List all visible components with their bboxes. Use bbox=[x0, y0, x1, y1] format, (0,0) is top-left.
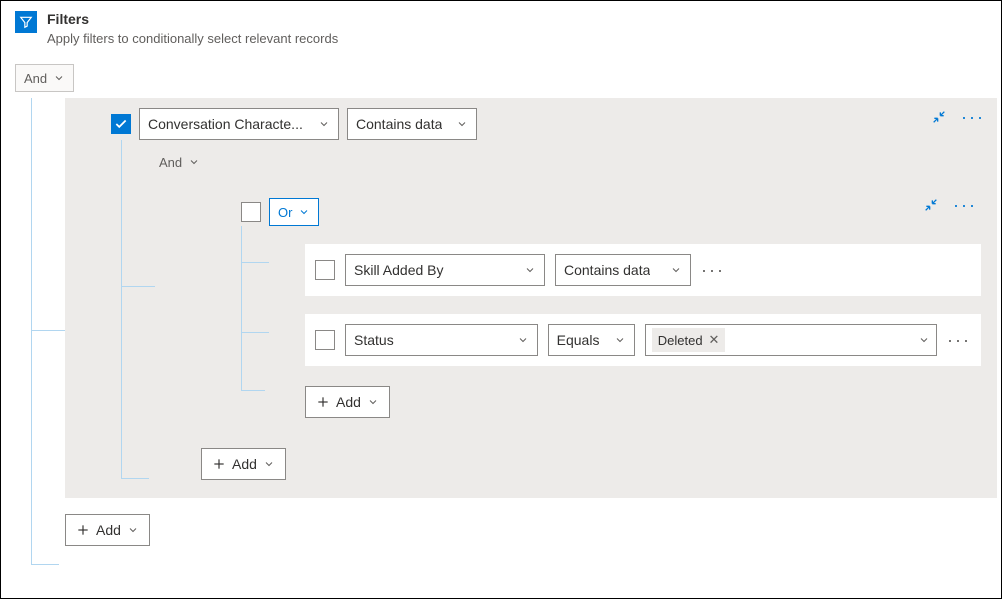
group-1-operator-select[interactable]: Contains data bbox=[347, 108, 477, 140]
value-chip-deleted: Deleted ✕ bbox=[652, 328, 726, 352]
filters-panel: Filters Apply filters to conditionally s… bbox=[0, 0, 1002, 599]
chevron-down-icon bbox=[188, 156, 200, 168]
add-condition-button-group2[interactable]: Add bbox=[305, 386, 390, 418]
add-condition-button-group1[interactable]: Add bbox=[201, 448, 286, 480]
chevron-down-icon bbox=[263, 458, 275, 470]
cond-2-more-button[interactable]: ··· bbox=[947, 331, 971, 349]
plus-icon bbox=[76, 523, 90, 537]
group-1-checkbox[interactable] bbox=[111, 114, 131, 134]
plus-icon bbox=[212, 457, 226, 471]
cond-1-checkbox[interactable] bbox=[315, 260, 335, 280]
plus-icon bbox=[316, 395, 330, 409]
panel-subtitle: Apply filters to conditionally select re… bbox=[47, 31, 338, 46]
chevron-down-icon bbox=[456, 118, 468, 130]
cond-1-field-select[interactable]: Skill Added By bbox=[345, 254, 545, 286]
chevron-down-icon bbox=[918, 334, 930, 346]
panel-title: Filters bbox=[47, 11, 338, 27]
cond-2-value-select[interactable]: Deleted ✕ bbox=[645, 324, 937, 356]
add-condition-button-root[interactable]: Add bbox=[65, 514, 150, 546]
group-1-entity-select[interactable]: Conversation Characte... bbox=[139, 108, 339, 140]
chevron-down-icon bbox=[53, 72, 65, 84]
remove-chip-icon[interactable]: ✕ bbox=[709, 332, 720, 348]
cond-1-operator-select[interactable]: Contains data bbox=[555, 254, 691, 286]
group-2-checkbox[interactable] bbox=[241, 202, 261, 222]
cond-2-operator-label: Equals bbox=[557, 332, 600, 348]
condition-row-1: Skill Added By Contains data ··· bbox=[305, 244, 981, 296]
filter-icon bbox=[15, 11, 37, 33]
group-1-entity-label: Conversation Characte... bbox=[148, 116, 303, 132]
chevron-down-icon bbox=[524, 264, 536, 276]
group-1-logic-label: And bbox=[159, 155, 182, 170]
chevron-down-icon bbox=[298, 206, 310, 218]
add-label: Add bbox=[96, 522, 121, 538]
chevron-down-icon bbox=[614, 334, 626, 346]
value-chip-label: Deleted bbox=[658, 333, 703, 348]
chevron-down-icon bbox=[517, 334, 529, 346]
cond-1-more-button[interactable]: ··· bbox=[701, 261, 725, 279]
root-logic-label: And bbox=[24, 71, 47, 86]
add-label: Add bbox=[232, 456, 257, 472]
filter-group-2: ··· Or bbox=[201, 186, 989, 432]
filter-group-1: ··· Conversation Characte... Contains da… bbox=[65, 98, 997, 498]
cond-2-field-label: Status bbox=[354, 332, 394, 348]
group-1-logic-operator[interactable]: And bbox=[159, 152, 200, 172]
add-label: Add bbox=[336, 394, 361, 410]
root-logic-operator[interactable]: And bbox=[15, 64, 74, 92]
cond-2-operator-select[interactable]: Equals bbox=[548, 324, 635, 356]
chevron-down-icon bbox=[127, 524, 139, 536]
cond-1-operator-label: Contains data bbox=[564, 262, 650, 278]
cond-2-checkbox[interactable] bbox=[315, 330, 335, 350]
chevron-down-icon bbox=[367, 396, 379, 408]
panel-header: Filters Apply filters to conditionally s… bbox=[15, 11, 997, 46]
chevron-down-icon bbox=[318, 118, 330, 130]
group-2-logic-operator[interactable]: Or bbox=[269, 198, 319, 226]
group-2-logic-label: Or bbox=[278, 205, 292, 220]
group-1-operator-label: Contains data bbox=[356, 116, 442, 132]
condition-row-2: Status Equals Deleted ✕ ··· bbox=[305, 314, 981, 366]
chevron-down-icon bbox=[670, 264, 682, 276]
cond-1-field-label: Skill Added By bbox=[354, 262, 444, 278]
cond-2-field-select[interactable]: Status bbox=[345, 324, 538, 356]
